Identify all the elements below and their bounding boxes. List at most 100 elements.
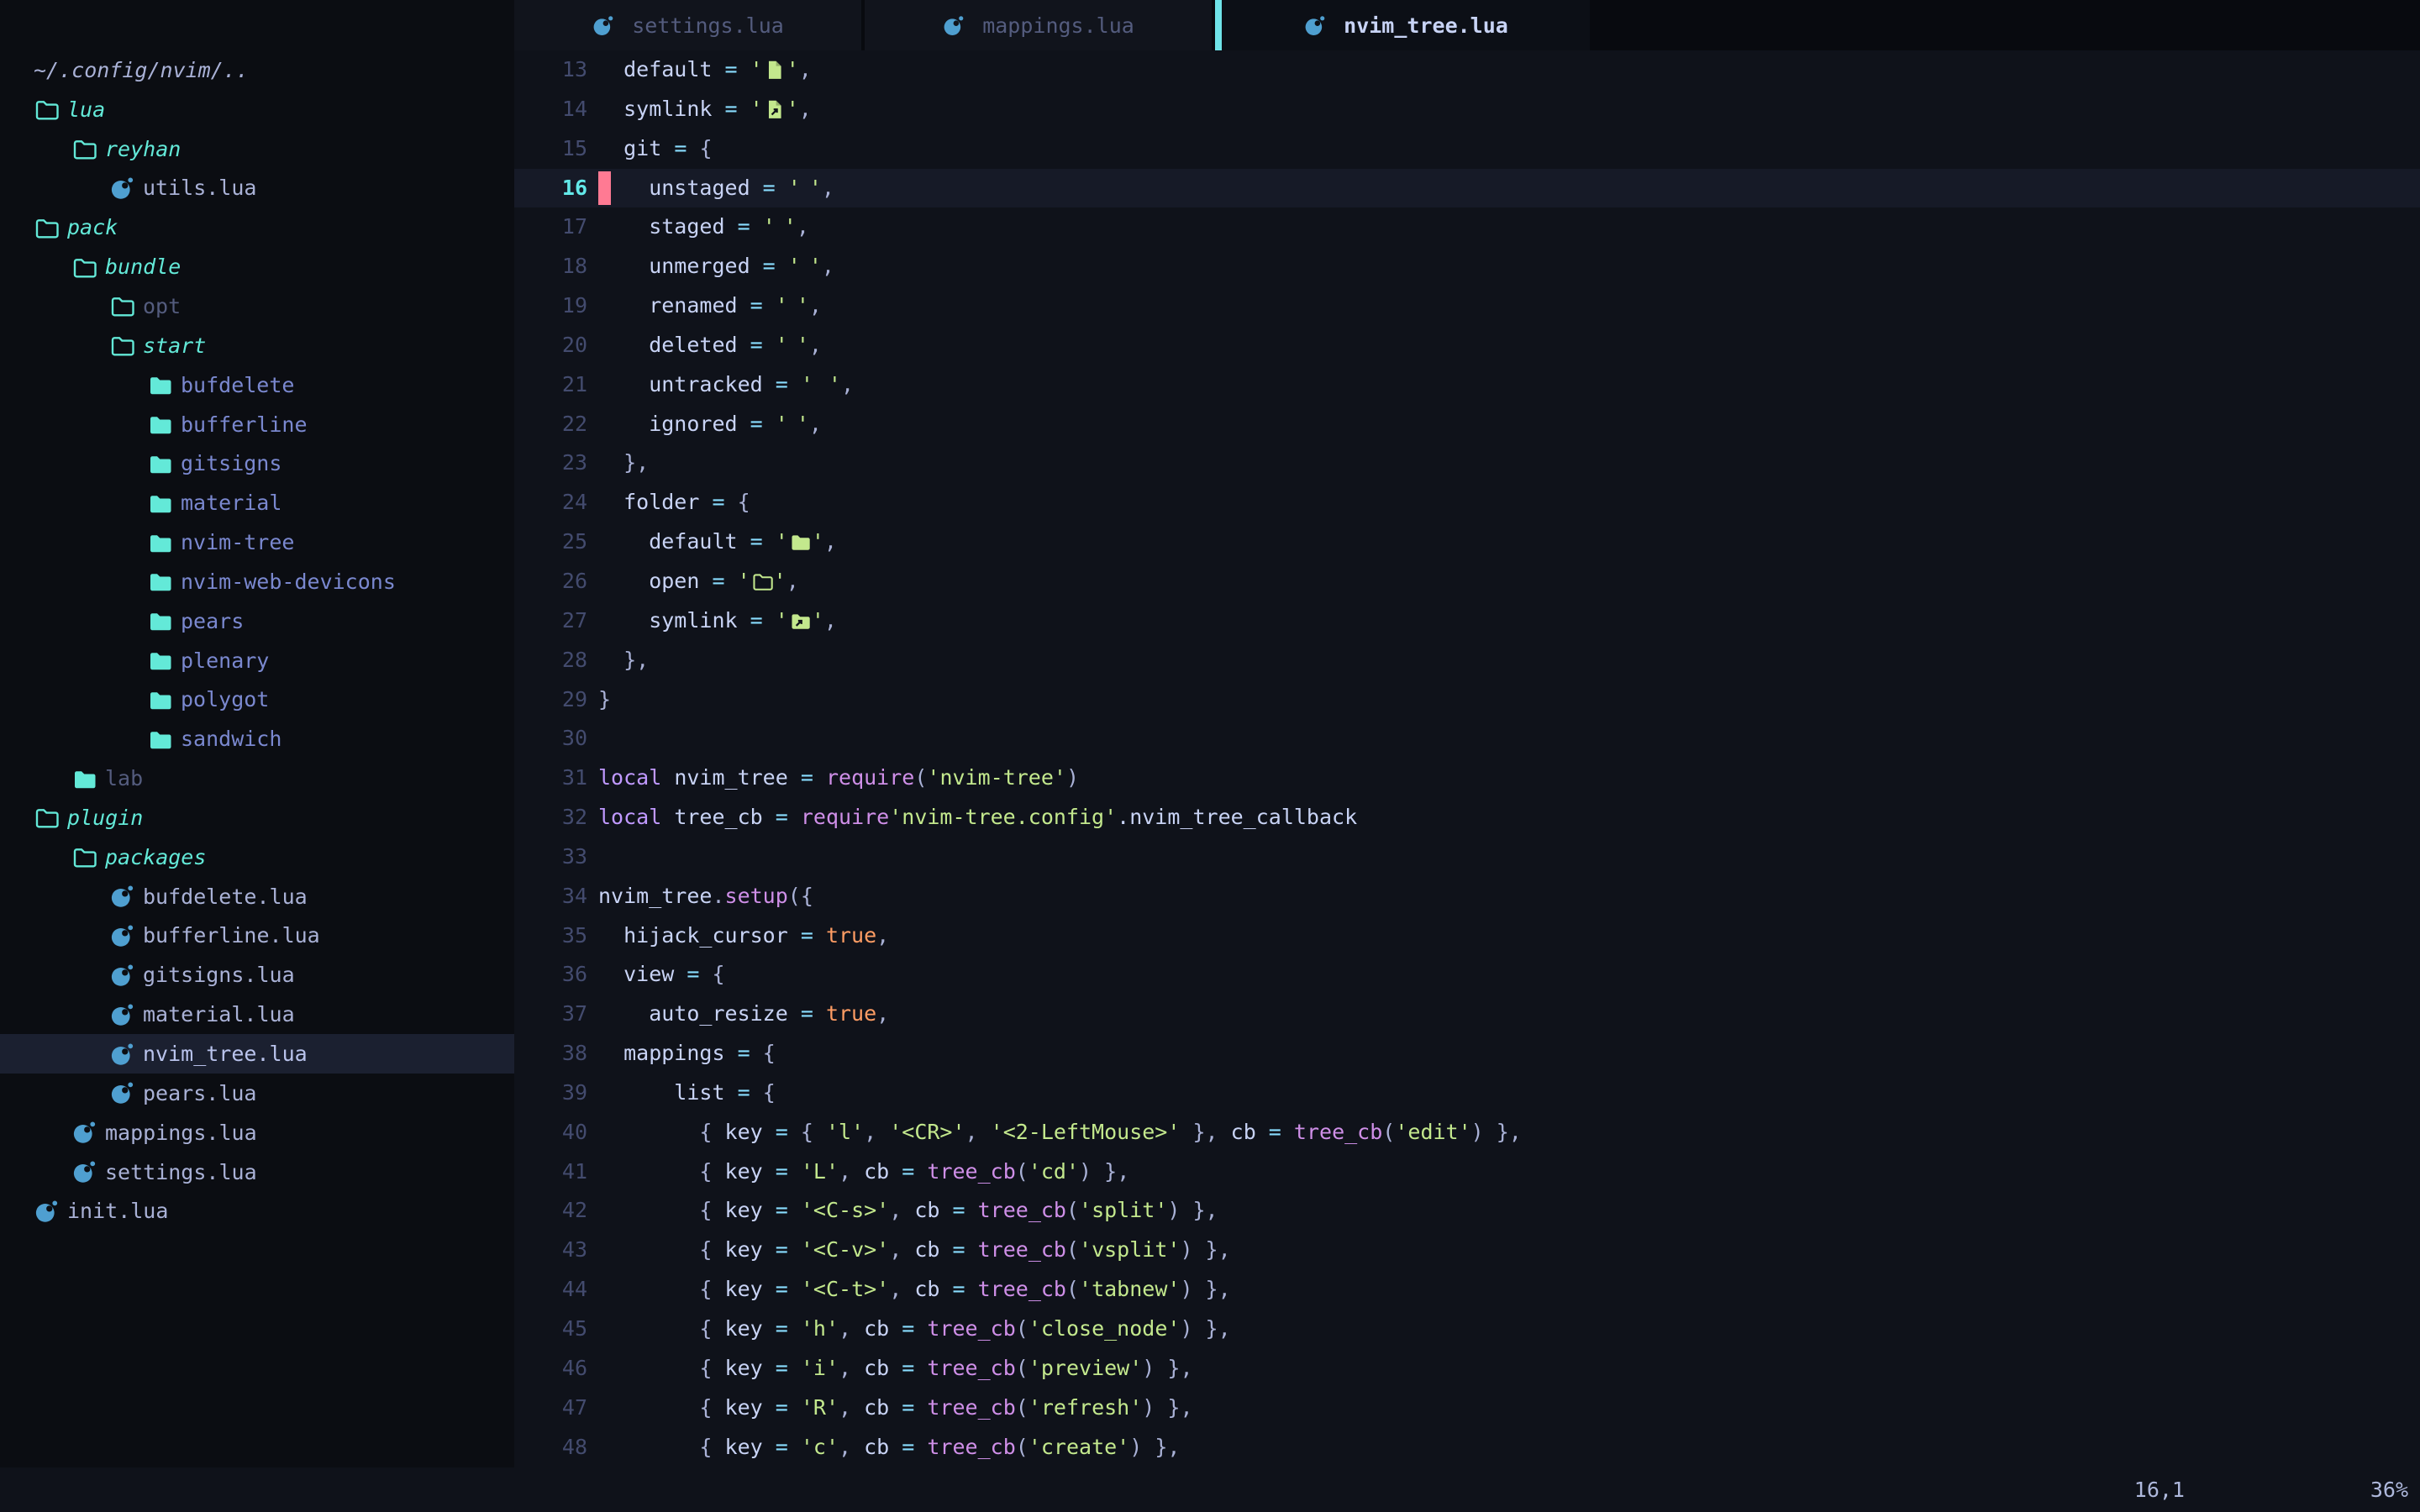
code-text: } xyxy=(598,680,611,720)
code-line-20[interactable]: 20 deleted = '', xyxy=(514,326,2420,365)
tree-item-packages[interactable]: packages xyxy=(0,837,514,877)
tab-settings-lua[interactable]: settings.lua xyxy=(514,0,861,50)
tree-item-pears-lua[interactable]: pears.lua xyxy=(0,1074,514,1113)
tree-item-material-lua[interactable]: material.lua xyxy=(0,995,514,1034)
tab-mappings-lua[interactable]: mappings.lua xyxy=(865,0,1212,50)
tree-item-pack[interactable]: pack xyxy=(0,207,514,247)
code-line-41[interactable]: 41 { key = 'L', cb = tree_cb('cd') }, xyxy=(514,1152,2420,1192)
code-line-36[interactable]: 36 view = { xyxy=(514,955,2420,995)
tree-root[interactable]: ~/.config/nvim/.. xyxy=(0,50,514,90)
folder-icon xyxy=(147,569,172,594)
code-line-37[interactable]: 37 auto_resize = true, xyxy=(514,995,2420,1034)
line-number: 25 xyxy=(514,522,598,562)
code-line-14[interactable]: 14 symlink = '', xyxy=(514,90,2420,129)
tree-item-reyhan[interactable]: reyhan xyxy=(0,129,514,169)
editor: 13 default = '',14 symlink = '',15 git =… xyxy=(514,50,2420,1467)
tree-item-start[interactable]: start xyxy=(0,326,514,365)
code-line-18[interactable]: 18 unmerged = '', xyxy=(514,247,2420,286)
tree-item-bufferline-lua[interactable]: bufferline.lua xyxy=(0,916,514,956)
code-line-19[interactable]: 19 renamed = '', xyxy=(514,286,2420,326)
tree-item-opt[interactable]: opt xyxy=(0,286,514,326)
tree-item-label: mappings.lua xyxy=(105,1121,257,1145)
code-line-34[interactable]: 34nvim_tree.setup({ xyxy=(514,877,2420,916)
tree-item-label: nvim_tree.lua xyxy=(143,1042,308,1066)
code-line-35[interactable]: 35 hijack_cursor = true, xyxy=(514,916,2420,956)
code-text: view = { xyxy=(598,955,725,995)
code-line-28[interactable]: 28 }, xyxy=(514,641,2420,680)
folder-icon xyxy=(147,608,172,633)
code-line-23[interactable]: 23 }, xyxy=(514,444,2420,483)
tree-item-nvim-web-devicons[interactable]: nvim-web-devicons xyxy=(0,562,514,601)
line-number: 35 xyxy=(514,916,598,956)
line-number: 39 xyxy=(514,1074,598,1113)
line-number: 21 xyxy=(514,365,598,405)
tree-item-lua[interactable]: lua xyxy=(0,90,514,129)
tree-item-pears[interactable]: pears xyxy=(0,601,514,641)
tree-item-lab[interactable]: lab xyxy=(0,759,514,798)
code-line-47[interactable]: 47 { key = 'R', cb = tree_cb('refresh') … xyxy=(514,1389,2420,1428)
code-line-16[interactable]: 16 unstaged = '', xyxy=(514,169,2420,208)
line-number: 31 xyxy=(514,759,598,798)
code-text: symlink = '', xyxy=(598,90,812,129)
tree-item-label: settings.lua xyxy=(105,1160,257,1184)
code-text: unmerged = '', xyxy=(598,247,834,286)
tree-item-utils-lua[interactable]: utils.lua xyxy=(0,169,514,208)
code-line-48[interactable]: 48 { key = 'c', cb = tree_cb('create') }… xyxy=(514,1428,2420,1467)
code-line-32[interactable]: 32local tree_cb = require'nvim-tree.conf… xyxy=(514,798,2420,837)
code-line-13[interactable]: 13 default = '', xyxy=(514,50,2420,90)
code-line-31[interactable]: 31local nvim_tree = require('nvim-tree') xyxy=(514,759,2420,798)
code-text: { key = '<C-s>', cb = tree_cb('split') }… xyxy=(598,1191,1218,1231)
code-line-30[interactable]: 30 xyxy=(514,719,2420,759)
code-line-33[interactable]: 33 xyxy=(514,837,2420,877)
tree-item-settings-lua[interactable]: settings.lua xyxy=(0,1152,514,1192)
code-line-44[interactable]: 44 { key = '<C-t>', cb = tree_cb('tabnew… xyxy=(514,1270,2420,1310)
code-line-40[interactable]: 40 { key = { 'l', '<CR>', '<2-LeftMouse>… xyxy=(514,1113,2420,1152)
folder-open-icon xyxy=(34,215,59,240)
code-text: symlink = '', xyxy=(598,601,837,641)
tree-item-polygot[interactable]: polygot xyxy=(0,680,514,720)
code-line-46[interactable]: 46 { key = 'i', cb = tree_cb('preview') … xyxy=(514,1349,2420,1389)
tree-item-bufdelete[interactable]: bufdelete xyxy=(0,365,514,405)
code-line-42[interactable]: 42 { key = '<C-s>', cb = tree_cb('split'… xyxy=(514,1191,2420,1231)
tree-item-init-lua[interactable]: init.lua xyxy=(0,1191,514,1231)
code-line-21[interactable]: 21 untracked = '', xyxy=(514,365,2420,405)
code-text: open = '', xyxy=(598,562,799,601)
tree-item-gitsigns[interactable]: gitsigns xyxy=(0,444,514,483)
folder-icon xyxy=(147,530,172,555)
tree-item-material[interactable]: material xyxy=(0,483,514,522)
lua-file-icon xyxy=(109,923,134,948)
tree-item-plenary[interactable]: plenary xyxy=(0,641,514,680)
line-number: 45 xyxy=(514,1310,598,1349)
code-text: list = { xyxy=(598,1074,776,1113)
line-number: 29 xyxy=(514,680,598,720)
tree-item-plugin[interactable]: plugin xyxy=(0,798,514,837)
tree-item-gitsigns-lua[interactable]: gitsigns.lua xyxy=(0,955,514,995)
code-line-25[interactable]: 25 default = '', xyxy=(514,522,2420,562)
code-line-22[interactable]: 22 ignored = '', xyxy=(514,405,2420,444)
tree-item-mappings-lua[interactable]: mappings.lua xyxy=(0,1113,514,1152)
code-line-17[interactable]: 17 staged = '', xyxy=(514,207,2420,247)
code-line-26[interactable]: 26 open = '', xyxy=(514,562,2420,601)
code-line-29[interactable]: 29} xyxy=(514,680,2420,720)
code-line-38[interactable]: 38 mappings = { xyxy=(514,1034,2420,1074)
line-number: 36 xyxy=(514,955,598,995)
tree-item-bufdelete-lua[interactable]: bufdelete.lua xyxy=(0,877,514,916)
tree-item-bufferline[interactable]: bufferline xyxy=(0,405,514,444)
code-text: untracked = '', xyxy=(598,365,854,405)
tree-item-nvim-tree[interactable]: nvim-tree xyxy=(0,522,514,562)
code-text: }, xyxy=(598,641,649,680)
code-line-24[interactable]: 24 folder = { xyxy=(514,483,2420,522)
tab-nvim-tree-lua[interactable]: nvim_tree.lua xyxy=(1222,0,1590,50)
code-text: local tree_cb = require'nvim-tree.config… xyxy=(598,798,1357,837)
code-line-27[interactable]: 27 symlink = '', xyxy=(514,601,2420,641)
code-line-45[interactable]: 45 { key = 'h', cb = tree_cb('close_node… xyxy=(514,1310,2420,1349)
code-line-39[interactable]: 39 list = { xyxy=(514,1074,2420,1113)
tree-item-sandwich[interactable]: sandwich xyxy=(0,719,514,759)
tree-item-nvim-tree-lua[interactable]: nvim_tree.lua xyxy=(0,1034,514,1074)
line-number: 18 xyxy=(514,247,598,286)
code-line-43[interactable]: 43 { key = '<C-v>', cb = tree_cb('vsplit… xyxy=(514,1231,2420,1270)
active-tab-indicator xyxy=(1215,0,1222,50)
tree-item-bundle[interactable]: bundle xyxy=(0,247,514,286)
code-text: folder = { xyxy=(598,483,750,522)
code-line-15[interactable]: 15 git = { xyxy=(514,129,2420,169)
